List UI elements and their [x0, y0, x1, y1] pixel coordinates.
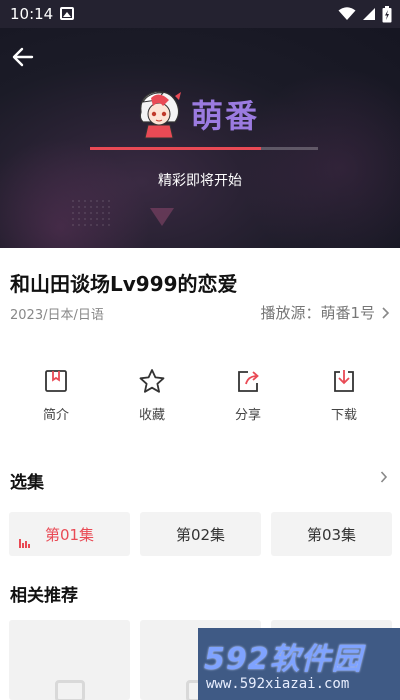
episode-label: 第01集 — [44, 525, 95, 544]
action-label: 收藏 — [138, 408, 165, 423]
episode-label: 第02集 — [175, 525, 226, 544]
action-label: 简介 — [42, 408, 69, 423]
signal-icon — [363, 8, 375, 20]
source-label: 播放源：萌番1号 — [260, 304, 375, 322]
source-selector[interactable]: 播放源：萌番1号 — [260, 302, 390, 323]
background-glow — [240, 68, 400, 248]
recommendation-card[interactable] — [9, 620, 130, 700]
watermark-brand: 592软件园 — [204, 642, 363, 677]
action-label: 下载 — [330, 408, 357, 423]
watermark-url: www.592xiazai.com — [206, 676, 350, 692]
episodes-more-chevron-icon[interactable] — [380, 470, 388, 484]
mascot-logo — [139, 91, 181, 139]
share-icon — [238, 371, 259, 392]
star-icon — [139, 369, 165, 393]
episode-item[interactable]: 第02集 — [140, 512, 261, 556]
video-title: 和山田谈场Lv999的恋爱 — [10, 272, 238, 296]
loading-progress-bar — [90, 147, 318, 150]
back-arrow-icon[interactable] — [10, 44, 36, 70]
playing-bars-icon — [19, 539, 30, 548]
wifi-icon — [338, 7, 356, 20]
tv-placeholder-icon — [55, 680, 85, 700]
episodes-section-title: 选集 — [10, 473, 44, 493]
share-button[interactable]: 分享 — [208, 368, 288, 423]
favorite-button[interactable]: 收藏 — [112, 368, 192, 423]
video-player[interactable]: 萌番 精彩即将开始 — [0, 28, 400, 248]
video-meta: 2023/日本/日语 — [10, 308, 104, 323]
episode-item[interactable]: 第03集 — [271, 512, 392, 556]
recommendations-section-title: 相关推荐 — [10, 586, 78, 606]
loading-text: 精彩即将开始 — [158, 173, 242, 189]
action-label: 分享 — [234, 408, 261, 423]
battery-icon — [382, 5, 392, 22]
intro-button[interactable]: 简介 — [16, 368, 96, 423]
episode-label: 第03集 — [306, 525, 357, 544]
background-glow — [0, 138, 150, 248]
gallery-notification-icon — [60, 7, 74, 20]
background-dots — [70, 198, 110, 228]
app-logo: 萌番 — [133, 88, 259, 140]
watermark: 592软件园 www.592xiazai.com — [198, 628, 400, 700]
status-bar: 10:14 — [0, 0, 400, 28]
status-time: 10:14 — [10, 5, 54, 23]
action-row: 简介 收藏 分享 下载 — [0, 368, 400, 428]
status-icons — [338, 5, 392, 23]
download-button[interactable]: 下载 — [304, 368, 384, 423]
chevron-right-icon — [382, 306, 390, 319]
loading-progress-fill — [90, 147, 261, 150]
episode-item[interactable]: 第01集 — [9, 512, 130, 556]
bookmark-icon — [45, 370, 67, 392]
logo-text: 萌番 — [191, 97, 260, 135]
download-icon — [334, 370, 354, 392]
background-triangle — [150, 208, 174, 226]
